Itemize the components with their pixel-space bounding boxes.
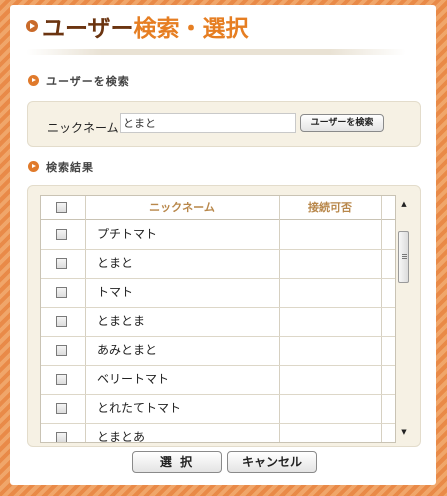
thumb-grip <box>402 254 407 255</box>
title-arrow-icon <box>26 20 38 32</box>
row-nickname: あみとまと <box>97 343 158 357</box>
row-checkbox[interactable] <box>56 287 67 298</box>
row-checkbox[interactable] <box>56 229 67 240</box>
title-underline <box>26 49 406 55</box>
row-checkbox[interactable] <box>56 345 67 356</box>
scroll-up-arrow-icon[interactable]: ▲ <box>397 197 411 211</box>
results-section-heading: 検索結果 <box>28 159 94 175</box>
row-nickname: とまとあ <box>97 430 146 443</box>
table-row[interactable]: あみとまと <box>41 336 395 366</box>
nickname-label: ニックネーム <box>47 121 119 135</box>
dialog-title: ユーザー検索・選択 <box>26 13 249 45</box>
column-header-connectable[interactable]: 接続可否 <box>280 196 380 219</box>
row-checkbox[interactable] <box>56 374 67 385</box>
row-checkbox[interactable] <box>56 432 67 442</box>
table-row[interactable]: とまとま <box>41 307 395 337</box>
select-button[interactable]: 選 択 <box>132 451 222 473</box>
table-row[interactable]: とれたてトマト <box>41 394 395 424</box>
search-user-button[interactable]: ユーザーを検索 <box>300 114 384 132</box>
row-checkbox[interactable] <box>56 403 67 414</box>
title-main: ユーザー <box>42 16 134 42</box>
results-table: ニックネーム 接続可否 プチトマト とまと トマト とまとま あみとまと ベリー… <box>40 195 396 443</box>
section-arrow-icon <box>28 161 39 172</box>
select-all-checkbox[interactable] <box>56 202 67 213</box>
table-row[interactable]: プチトマト <box>41 220 395 250</box>
row-checkbox[interactable] <box>56 258 67 269</box>
thumb-grip <box>402 258 407 259</box>
table-row[interactable]: とまとあ <box>41 423 395 443</box>
row-nickname: とれたてトマト <box>97 401 182 415</box>
table-row[interactable]: トマト <box>41 278 395 308</box>
results-section-heading-text: 検索結果 <box>46 161 94 174</box>
results-panel: ニックネーム 接続可否 プチトマト とまと トマト とまとま あみとまと ベリー… <box>27 185 421 447</box>
title-sub: 検索・選択 <box>133 16 249 42</box>
table-header: ニックネーム 接続可否 <box>41 196 395 220</box>
search-panel: ニックネーム ユーザーを検索 <box>27 101 421 147</box>
section-arrow-icon <box>28 75 39 86</box>
row-nickname: ベリートマト <box>97 372 170 386</box>
table-row[interactable]: とまと <box>41 249 395 279</box>
scroll-down-arrow-icon[interactable]: ▼ <box>397 425 411 439</box>
table-row[interactable]: ベリートマト <box>41 365 395 395</box>
nickname-search-input[interactable] <box>120 113 296 133</box>
row-nickname: とまと <box>97 256 134 270</box>
row-nickname: トマト <box>97 285 134 299</box>
results-scrollbar[interactable]: ▲ ▼ <box>397 195 411 443</box>
row-checkbox[interactable] <box>56 316 67 327</box>
row-nickname: とまとま <box>97 314 146 328</box>
search-section-heading-text: ユーザーを検索 <box>46 75 130 88</box>
cancel-button[interactable]: キャンセル <box>227 451 317 473</box>
column-header-nickname[interactable]: ニックネーム <box>85 196 279 219</box>
scroll-thumb[interactable] <box>398 231 409 283</box>
search-section-heading: ユーザーを検索 <box>28 73 130 89</box>
thumb-grip <box>402 256 407 257</box>
user-search-dialog: ユーザー検索・選択 ユーザーを検索 ニックネーム ユーザーを検索 検索結果 ニッ… <box>10 5 436 485</box>
row-nickname: プチトマト <box>97 227 158 241</box>
